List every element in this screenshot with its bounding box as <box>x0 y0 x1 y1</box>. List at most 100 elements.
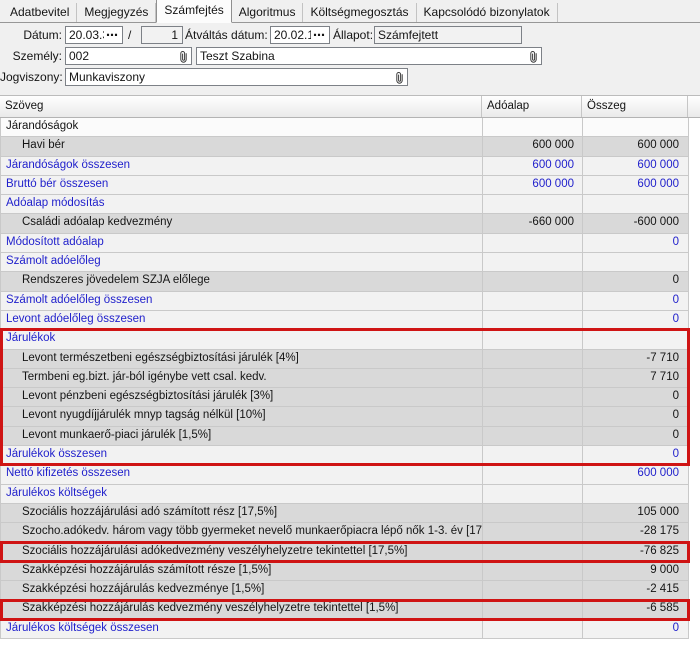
szemely-name-value: Teszt Szabina <box>200 49 527 63</box>
datum-label: Dátum: <box>2 26 62 44</box>
szemely-name-field[interactable]: Teszt Szabina <box>196 47 542 65</box>
row-text-cell: Számolt adóelőleg összesen <box>1 292 483 310</box>
atvaltas-datum-label: Átváltás dátum: <box>185 26 267 44</box>
column-header-adoalap[interactable]: Adóalap <box>482 96 582 117</box>
row-osszeg-cell: 0 <box>583 427 689 445</box>
row-adoalap-cell: 600 000 <box>483 157 583 175</box>
row-text-cell: Adóalap módosítás <box>1 195 483 213</box>
table-row[interactable]: Szakképzési hozzájárulás kedvezmény vesz… <box>0 600 689 619</box>
row-adoalap-cell <box>483 311 583 329</box>
table-row[interactable]: Bruttó bér összesen600 000600 000 <box>0 176 689 195</box>
table-row[interactable]: Szakképzési hozzájárulás számított része… <box>0 562 689 581</box>
row-text-cell: Számolt adóelőleg <box>1 253 483 271</box>
row-adoalap-cell <box>483 523 583 541</box>
row-text-cell: Nettó kifizetés összesen <box>1 465 483 483</box>
column-header-szoveg[interactable]: Szöveg <box>0 96 482 117</box>
tab-bar: AdatbevitelMegjegyzésSzámfejtésAlgoritmu… <box>0 0 700 23</box>
row-text-cell: Levont pénzbeni egészségbiztosítási járu… <box>1 388 483 406</box>
row-osszeg-cell: -2 415 <box>583 581 689 599</box>
table-row[interactable]: Termbeni eg.bizt. jár-ból igénybe vett c… <box>0 369 689 388</box>
row-adoalap-cell <box>483 253 583 271</box>
table-row[interactable]: Járulékos költségek összesen0 <box>0 620 689 639</box>
row-text-cell: Szakképzési hozzájárulás számított része… <box>1 562 483 580</box>
table-row[interactable]: Járulékok <box>0 330 689 349</box>
table-row[interactable]: Levont munkaerő-piaci járulék [1,5%]0 <box>0 427 689 446</box>
tab-adatbevitel[interactable]: Adatbevitel <box>3 3 77 22</box>
table-header: Szöveg Adóalap Összeg <box>0 95 700 118</box>
table-row[interactable]: Szakképzési hozzájárulás kedvezménye [1,… <box>0 581 689 600</box>
datum-field[interactable]: 20.03.31. ⋯ <box>65 26 123 44</box>
table-row[interactable]: Nettó kifizetés összesen600 000 <box>0 465 689 484</box>
row-text-cell: Termbeni eg.bizt. jár-ból igénybe vett c… <box>1 369 483 387</box>
row-text-cell: Szakképzési hozzájárulás kedvezménye [1,… <box>1 581 483 599</box>
sequence-field[interactable]: 1 <box>141 26 183 44</box>
paperclip-icon[interactable] <box>395 71 404 84</box>
table-row[interactable]: Járulékok összesen 0 <box>0 446 689 465</box>
table-row[interactable]: Módosított adóalap0 <box>0 234 689 253</box>
row-adoalap-cell <box>483 330 583 348</box>
row-text-cell: Családi adóalap kedvezmény <box>1 214 483 232</box>
date-picker-button[interactable]: ⋯ <box>106 30 119 40</box>
row-adoalap-cell <box>483 485 583 503</box>
table-row[interactable]: Levont természetbeni egészségbiztosítási… <box>0 350 689 369</box>
row-adoalap-cell <box>483 388 583 406</box>
allapot-value: Számfejtett <box>378 28 518 42</box>
table-row[interactable]: Rendszeres jövedelem SZJA előlege 0 <box>0 272 689 291</box>
row-adoalap-cell <box>483 292 583 310</box>
form-area: Dátum: 20.03.31. ⋯ / 1 Átváltás dátum: 2… <box>0 24 700 95</box>
table-row[interactable]: Járandóságok összesen600 000600 000 <box>0 157 689 176</box>
table-row[interactable]: Járulékos költségek <box>0 485 689 504</box>
row-adoalap-cell <box>483 543 583 561</box>
table-row[interactable]: Havi bér600 000600 000 <box>0 137 689 156</box>
jogviszony-value: Munkaviszony <box>69 70 393 84</box>
date-separator: / <box>128 26 136 44</box>
row-text-cell: Járulékok összesen <box>1 446 483 464</box>
column-header-osszeg[interactable]: Összeg <box>582 96 688 117</box>
row-adoalap-cell: -660 000 <box>483 214 583 232</box>
row-adoalap-cell <box>483 600 583 618</box>
row-osszeg-cell: 0 <box>583 446 689 464</box>
row-osszeg-cell: 0 <box>583 388 689 406</box>
table-row[interactable]: Levont adóelőleg összesen0 <box>0 311 689 330</box>
row-osszeg-cell: 0 <box>583 272 689 290</box>
szemely-code-field[interactable]: 002 <box>65 47 192 65</box>
table-row[interactable]: Szociális hozzájárulási adó számított ré… <box>0 504 689 523</box>
row-text-cell: Rendszeres jövedelem SZJA előlege <box>1 272 483 290</box>
row-adoalap-cell <box>483 195 583 213</box>
row-osszeg-cell: 600 000 <box>583 157 689 175</box>
tab-megjegyzes[interactable]: Megjegyzés <box>77 3 156 22</box>
table-row[interactable]: Családi adóalap kedvezmény-660 000-600 0… <box>0 214 689 233</box>
szemely-label: Személy: <box>2 47 62 65</box>
row-text-cell: Járandóságok <box>1 118 483 136</box>
row-text-cell: Szocho.adókedv. három vagy több gyermeke… <box>1 523 483 541</box>
row-osszeg-cell: -600 000 <box>583 214 689 232</box>
row-osszeg-cell: 105 000 <box>583 504 689 522</box>
table-row[interactable]: Levont nyugdíjjárulék mnyp tagság nélkül… <box>0 407 689 426</box>
paperclip-icon[interactable] <box>529 50 538 63</box>
table-row[interactable]: Szociális hozzájárulási adókedvezmény ve… <box>0 543 689 562</box>
table-row[interactable]: Számolt adóelőleg összesen0 <box>0 292 689 311</box>
table-row[interactable]: Levont pénzbeni egészségbiztosítási járu… <box>0 388 689 407</box>
table-row[interactable]: Számolt adóelőleg <box>0 253 689 272</box>
date-picker-button[interactable]: ⋯ <box>313 30 326 40</box>
allapot-field: Számfejtett <box>374 26 522 44</box>
row-text-cell: Szociális hozzájárulási adókedvezmény ve… <box>1 543 483 561</box>
row-osszeg-cell: 600 000 <box>583 176 689 194</box>
table-row[interactable]: Adóalap módosítás <box>0 195 689 214</box>
column-header-filler <box>688 96 700 117</box>
row-osszeg-cell <box>583 330 689 348</box>
tab-kapcsolodo-bizonylatok[interactable]: Kapcsolódó bizonylatok <box>417 3 558 22</box>
row-text-cell: Bruttó bér összesen <box>1 176 483 194</box>
row-adoalap-cell <box>483 272 583 290</box>
row-adoalap-cell: 600 000 <box>483 137 583 155</box>
row-text-cell: Havi bér <box>1 137 483 155</box>
table-row[interactable]: Szocho.adókedv. három vagy több gyermeke… <box>0 523 689 542</box>
jogviszony-field[interactable]: Munkaviszony <box>65 68 408 86</box>
row-text-cell: Járulékos költségek összesen <box>1 620 483 638</box>
tab-szamfejtes[interactable]: Számfejtés <box>156 0 231 23</box>
tab-algoritmus[interactable]: Algoritmus <box>232 3 304 22</box>
tab-koltsegmegosztas[interactable]: Költségmegosztás <box>303 3 416 22</box>
atvaltas-datum-field[interactable]: 20.02.15. ⋯ <box>270 26 330 44</box>
table-row[interactable]: Járandóságok <box>0 118 689 137</box>
paperclip-icon[interactable] <box>179 50 188 63</box>
